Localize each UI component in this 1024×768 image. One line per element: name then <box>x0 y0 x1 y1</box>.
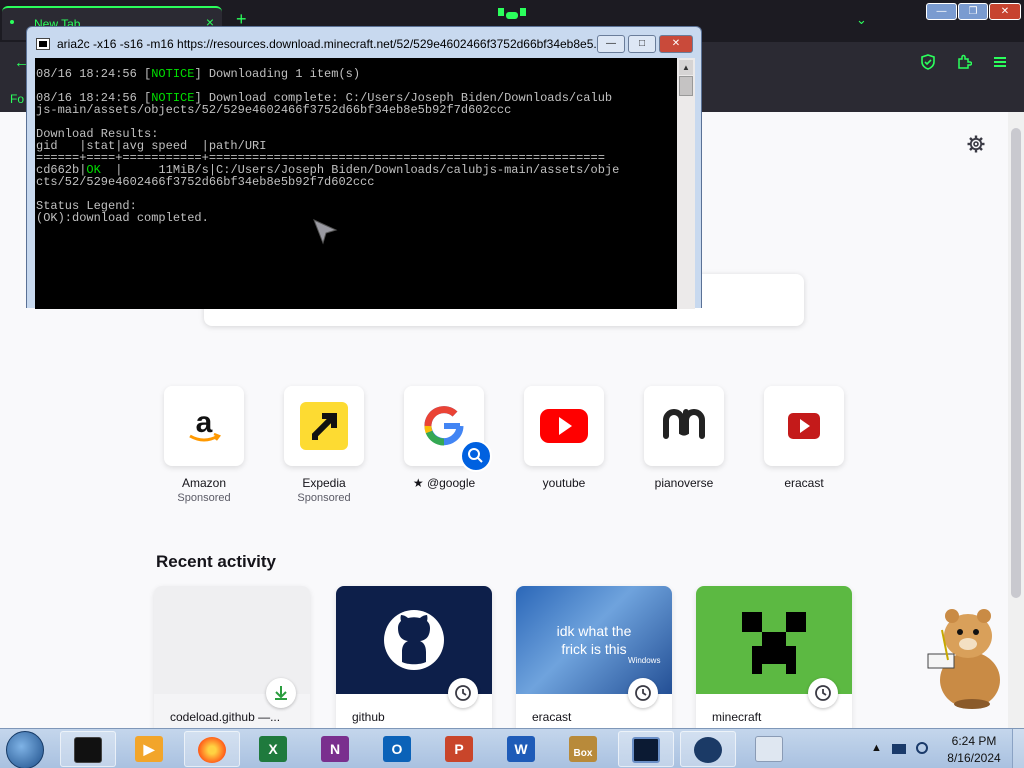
shield-icon[interactable] <box>920 54 936 70</box>
console-output[interactable]: 08/16 18:24:56 [NOTICE] Downloading 1 it… <box>35 58 695 309</box>
card-caption: codeload.github —... <box>170 710 281 724</box>
recent-card-github[interactable]: github <box>336 586 492 736</box>
bookmark-item[interactable]: Fo <box>10 92 24 106</box>
steam-icon <box>694 737 722 763</box>
thumbnail-text: idk what the frick is this <box>556 623 632 657</box>
taskbar-steam[interactable] <box>680 731 736 767</box>
show-desktop-button[interactable] <box>1012 729 1024 768</box>
google-logo-icon <box>404 386 492 472</box>
amazon-logo-icon: a <box>164 386 244 466</box>
console-title: aria2c -x16 -s16 -m16 https://resources.… <box>57 37 604 51</box>
gear-icon[interactable] <box>967 135 985 153</box>
clock-icon <box>808 678 838 708</box>
windows-taskbar: ▶ X N O P W Box ▲ 6:24 PM 8/16/2024 <box>0 728 1024 768</box>
window-minimize-button[interactable]: — <box>926 3 957 20</box>
box-app-icon: Box <box>569 736 597 762</box>
console-maximize-button[interactable]: □ <box>628 35 656 53</box>
console-minimize-button[interactable]: — <box>597 35 625 53</box>
taskbar-media-player[interactable]: ▶ <box>122 731 178 767</box>
shortcut-label: Expedia <box>302 476 346 490</box>
shortcut-pianoverse[interactable]: pianoverse <box>644 386 724 490</box>
taskbar-outlook[interactable]: O <box>370 731 426 767</box>
recent-activity-heading: Recent activity <box>156 552 276 571</box>
taskbar-console-window[interactable] <box>618 731 674 767</box>
windows-logo-text: Windows <box>628 656 661 665</box>
clock-icon <box>448 678 478 708</box>
recent-card-eracast[interactable]: idk what the frick is this Windows eraca… <box>516 586 672 736</box>
console-app-icon <box>36 38 50 50</box>
shortcut-google[interactable]: ★ @google <box>404 386 492 490</box>
taskbar-excel[interactable]: X <box>246 731 302 767</box>
recent-card-minecraft[interactable]: minecraft <box>696 586 852 736</box>
menu-icon[interactable] <box>992 54 1008 70</box>
hamster-desktop-pet-icon[interactable] <box>912 600 1012 712</box>
start-orb-icon[interactable] <box>6 731 44 768</box>
word-icon: W <box>507 736 535 762</box>
taskbar-onenote[interactable]: N <box>308 731 364 767</box>
aria2c-console-window[interactable]: aria2c -x16 -s16 -m16 https://resources.… <box>26 26 702 309</box>
media-player-icon: ▶ <box>135 736 163 762</box>
search-icon <box>460 440 492 472</box>
taskbar-explorer[interactable] <box>742 731 798 767</box>
svg-text:a: a <box>196 406 213 439</box>
extensions-icon[interactable] <box>956 54 972 70</box>
taskbar-powerpoint[interactable]: P <box>432 731 488 767</box>
download-icon <box>266 678 296 708</box>
outlook-icon: O <box>383 736 411 762</box>
clock-time[interactable]: 6:24 PM <box>950 734 998 748</box>
window-close-button[interactable]: ✕ <box>989 3 1021 20</box>
expedia-logo-icon <box>284 386 364 466</box>
console-scrollbar[interactable]: ▲ <box>677 58 695 309</box>
youtube-logo-icon <box>524 386 604 466</box>
shortcut-label: Amazon <box>181 476 227 490</box>
taskbar-terminal-app[interactable] <box>60 731 116 767</box>
taskbar-word[interactable]: W <box>494 731 550 767</box>
console-window-icon <box>632 737 660 763</box>
console-text: 08/16 18:24:56 [NOTICE] Downloading 1 it… <box>36 68 620 224</box>
clock-icon <box>628 678 658 708</box>
powerpoint-icon: P <box>445 736 473 762</box>
excel-icon: X <box>259 736 287 762</box>
show-hidden-icons-button[interactable]: ▲ <box>871 742 882 754</box>
console-close-button[interactable]: ✕ <box>659 35 693 53</box>
console-scroll-thumb[interactable] <box>679 76 693 96</box>
clock-date[interactable]: 8/16/2024 <box>944 751 1004 765</box>
scroll-up-arrow-icon[interactable]: ▲ <box>679 60 693 75</box>
card-caption: github <box>352 710 385 724</box>
shortcut-youtube[interactable]: youtube <box>524 386 604 490</box>
shortcut-amazon[interactable]: a Amazon Sponsored <box>164 386 244 504</box>
shortcut-expedia[interactable]: Expedia Sponsored <box>284 386 364 504</box>
onenote-icon: N <box>321 736 349 762</box>
tab-favicon-icon <box>10 20 14 24</box>
sponsored-label: Sponsored <box>297 492 351 504</box>
explorer-window-icon <box>755 736 783 762</box>
firefox-icon <box>198 737 226 763</box>
shortcut-label: ★ @google <box>412 476 476 490</box>
firefox-account-icon[interactable] <box>496 4 528 20</box>
window-maximize-button[interactable]: ❐ <box>958 3 988 20</box>
shortcut-label: youtube <box>542 476 586 490</box>
volume-icon[interactable] <box>916 742 928 754</box>
shortcut-label: eracast <box>784 476 824 490</box>
recent-card-codeload[interactable]: codeload.github —... <box>154 586 310 736</box>
pin-icon: ★ <box>412 476 424 490</box>
terminal-icon <box>74 737 102 763</box>
list-all-tabs-chevron-icon[interactable]: ⌄ <box>856 12 867 28</box>
network-icon[interactable] <box>892 744 906 754</box>
taskbar-firefox[interactable] <box>184 731 240 767</box>
card-caption: eracast <box>532 710 572 724</box>
pianoverse-logo-icon <box>644 386 724 466</box>
mouse-cursor-icon <box>313 219 338 245</box>
eracast-logo-icon <box>764 386 844 466</box>
scrollbar-thumb[interactable] <box>1011 128 1021 598</box>
taskbar-box-app[interactable]: Box <box>556 731 612 767</box>
sponsored-label: Sponsored <box>177 492 231 504</box>
shortcut-label: pianoverse <box>654 476 714 490</box>
shortcut-eracast[interactable]: eracast <box>764 386 844 490</box>
card-caption: minecraft <box>712 710 762 724</box>
